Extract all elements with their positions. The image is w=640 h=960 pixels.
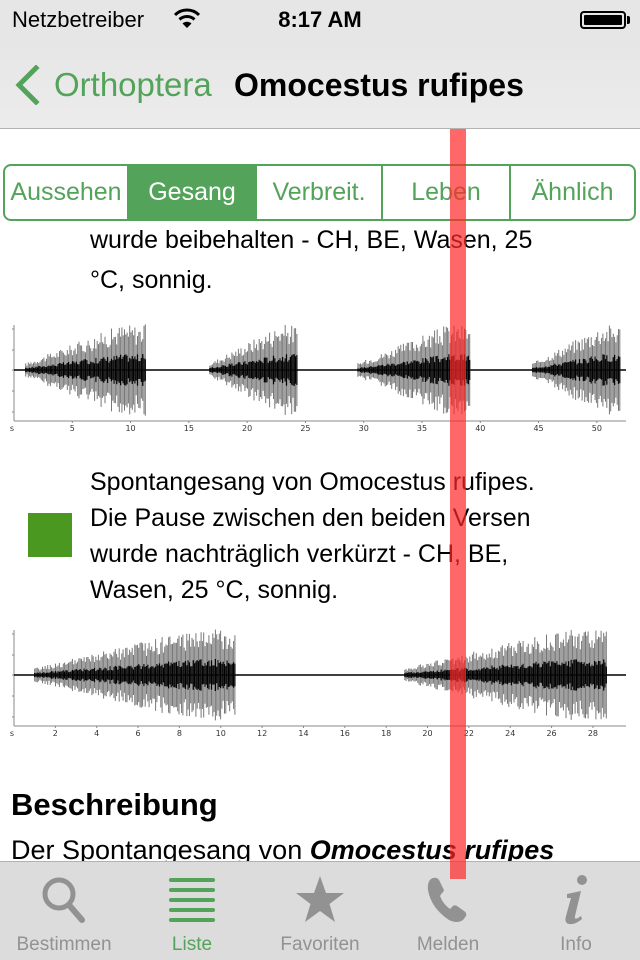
x-tick-label: 10 (216, 729, 226, 738)
tab-melden[interactable]: Melden (384, 862, 512, 960)
recording-2-caption: Spontangesang von Omocestus rufipes. Die… (90, 464, 630, 608)
x-tick-label: 15 (184, 424, 194, 433)
x-tick-label: 50 (592, 424, 602, 433)
description-heading: Beschreibung (11, 787, 218, 822)
tab-aehnlich[interactable]: Ähnlich (509, 166, 634, 219)
info-icon (565, 875, 587, 925)
caption-line: °C, sonnig. (90, 266, 213, 294)
tab-label: Favoriten (280, 934, 360, 955)
x-tick-label: 45 (533, 424, 543, 433)
caption-line: Spontangesang von Omocestus rufipes. (90, 468, 535, 496)
search-icon (42, 877, 85, 923)
x-tick-label: 10 (125, 424, 135, 433)
x-tick-label: 35 (417, 424, 427, 433)
clock: 8:17 AM (278, 7, 362, 32)
x-tick-label: 2 (53, 729, 58, 738)
tab-label: Liste (171, 934, 213, 955)
x-tick-label: 20 (422, 729, 432, 738)
content-scroll-area[interactable]: Aussehen Gesang Verbreit. Leben Ähnlich … (0, 130, 640, 861)
tab-aussehen[interactable]: Aussehen (5, 166, 127, 219)
x-axis-unit: s (10, 729, 14, 738)
x-tick-label: 16 (340, 729, 350, 738)
description-text: Der Spontangesang von Omocestus rufipes (11, 835, 554, 861)
navigation-bar: Orthoptera Omocestus rufipes (0, 40, 640, 129)
x-tick-label: 24 (505, 729, 515, 738)
page-title: Omocestus rufipes (234, 67, 524, 103)
x-tick-label: 5 (70, 424, 75, 433)
waveform-verse (357, 325, 471, 415)
caption-line: Wasen, 25 °C, sonnig. (90, 576, 339, 604)
status-bar: Netzbetreiber 8:17 AM (0, 0, 640, 40)
tab-favoriten[interactable]: Favoriten (256, 862, 384, 960)
star-icon (296, 876, 344, 922)
x-tick-label: 12 (257, 729, 267, 738)
x-tick-label: 4 (94, 729, 99, 738)
tab-verbreitung[interactable]: Verbreit. (255, 166, 381, 219)
battery-icon (580, 11, 626, 29)
caption-line: wurde nachträglich verkürzt - CH, BE, (90, 540, 509, 568)
tab-bar: Bestimmen Liste Favoriten Melden Info (0, 861, 640, 960)
x-tick-label: 26 (546, 729, 556, 738)
x-tick-label: 30 (359, 424, 369, 433)
waveform-verse (34, 629, 236, 721)
tab-gesang[interactable]: Gesang (127, 166, 255, 219)
tab-leben[interactable]: Leben (381, 166, 509, 219)
recording-1-waveform[interactable]: s 5 10 15 20 25 30 35 40 45 50 (0, 315, 640, 435)
x-tick-label: 8 (177, 729, 182, 738)
tab-bestimmen[interactable]: Bestimmen (0, 862, 128, 960)
section-segmented-control: Aussehen Gesang Verbreit. Leben Ähnlich (3, 164, 636, 221)
species-name: Omocestus rufipes (309, 835, 555, 861)
x-tick-label: 18 (381, 729, 391, 738)
x-tick-label: 20 (242, 424, 252, 433)
play-button[interactable] (28, 513, 72, 557)
back-button[interactable]: Orthoptera (14, 62, 212, 108)
back-button-label: Orthoptera (54, 66, 212, 103)
list-icon (169, 878, 215, 922)
tab-liste[interactable]: Liste (128, 862, 256, 960)
x-tick-label: 40 (475, 424, 485, 433)
waveform-verse (25, 324, 146, 416)
x-tick-label: 14 (298, 729, 308, 738)
tab-label: Melden (416, 934, 480, 955)
recording-2-waveform[interactable]: s 2 4 6 8 10 12 14 16 18 20 22 24 26 28 (0, 620, 640, 740)
caption-line: Die Pause zwischen den beiden Versen (90, 504, 531, 532)
chevron-left-icon (15, 65, 40, 105)
phone-icon (427, 877, 467, 922)
x-tick-label: 28 (588, 729, 598, 738)
battery-tip (627, 16, 630, 24)
recording-1-caption: wurde beibehalten - CH, BE, Wasen, 25 °C… (90, 226, 532, 298)
x-tick-label: 22 (464, 729, 474, 738)
tab-label: Info (560, 934, 592, 955)
x-tick-label: 25 (300, 424, 310, 433)
tab-label: Bestimmen (16, 934, 112, 955)
tab-info[interactable]: Info (512, 862, 640, 960)
x-axis-unit: s (10, 424, 14, 433)
caption-line: wurde beibehalten - CH, BE, Wasen, 25 (90, 226, 533, 254)
x-tick-label: 6 (136, 729, 141, 738)
